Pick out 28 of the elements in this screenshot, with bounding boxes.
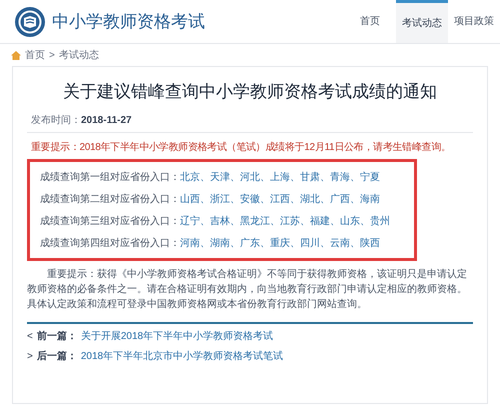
breadcrumb-link[interactable]: 考试动态 — [58, 48, 99, 62]
article-title: 关于建议错峰查询中小学教师资格考试成绩的通知 — [62, 81, 438, 103]
nav-tab[interactable]: 首页 — [344, 0, 396, 43]
nav-label: 前一篇： — [36, 330, 77, 344]
nav-tab[interactable]: 项目政策 — [448, 0, 500, 43]
site-title: 中小学教师资格考试 — [52, 10, 205, 33]
group-label: 成绩查询第二组对应省份入口： — [40, 192, 180, 206]
group-label: 成绩查询第一组对应省份入口： — [40, 170, 180, 184]
nav-tab[interactable]: 考试动态 — [396, 0, 448, 43]
breadcrumb-link[interactable]: 首页 — [25, 48, 45, 62]
notice-text: 重要提示：2018年下半年中小学教师资格考试（笔试）成绩将于12月11日公布，请考生错峰查询。 — [30, 141, 452, 155]
logo-icon — [14, 6, 46, 38]
province-links[interactable]: 北京、天津、河北、上海、甘肃、青海、宁夏 — [180, 170, 380, 184]
nav-marker: > — [27, 350, 33, 364]
group-label: 成绩查询第三组对应省份入口： — [40, 214, 180, 228]
article-link[interactable]: 2018年下半年北京市中小学教师资格考试笔试 — [80, 349, 284, 364]
publish-date: 2018-11-27 — [81, 115, 132, 126]
nav-marker: < — [27, 330, 33, 344]
date-label: 发布时间： — [31, 115, 81, 126]
province-links[interactable]: 辽宁、吉林、黑龙江、江苏、福建、山东、贵州 — [180, 214, 390, 228]
nav-label: 后一篇： — [36, 350, 77, 364]
body-paragraph: 重要提示：获得《中小学教师资格考试合格证明》不等同于获得教师资格，该证明只是申请认定教师资格的必备条件之一。请在合格证明有效期内，向当地教育行政部门申请认定相应的教师资格。具体认定政策和流程可登录中国教师资格网或本省份教育行政部门网站查询。 — [27, 268, 468, 312]
province-links[interactable]: 山西、浙江、安徽、江西、湖北、广西、海南 — [180, 192, 380, 206]
article-link[interactable]: 关于开展2018年下半年中小学教师资格考试 — [80, 329, 274, 344]
breadcrumb-separator: > — [49, 48, 55, 62]
group-label: 成绩查询第四组对应省份入口： — [40, 236, 180, 250]
province-links[interactable]: 河南、湖南、广东、重庆、四川、云南、陕西 — [180, 236, 380, 250]
home-icon — [11, 50, 21, 60]
